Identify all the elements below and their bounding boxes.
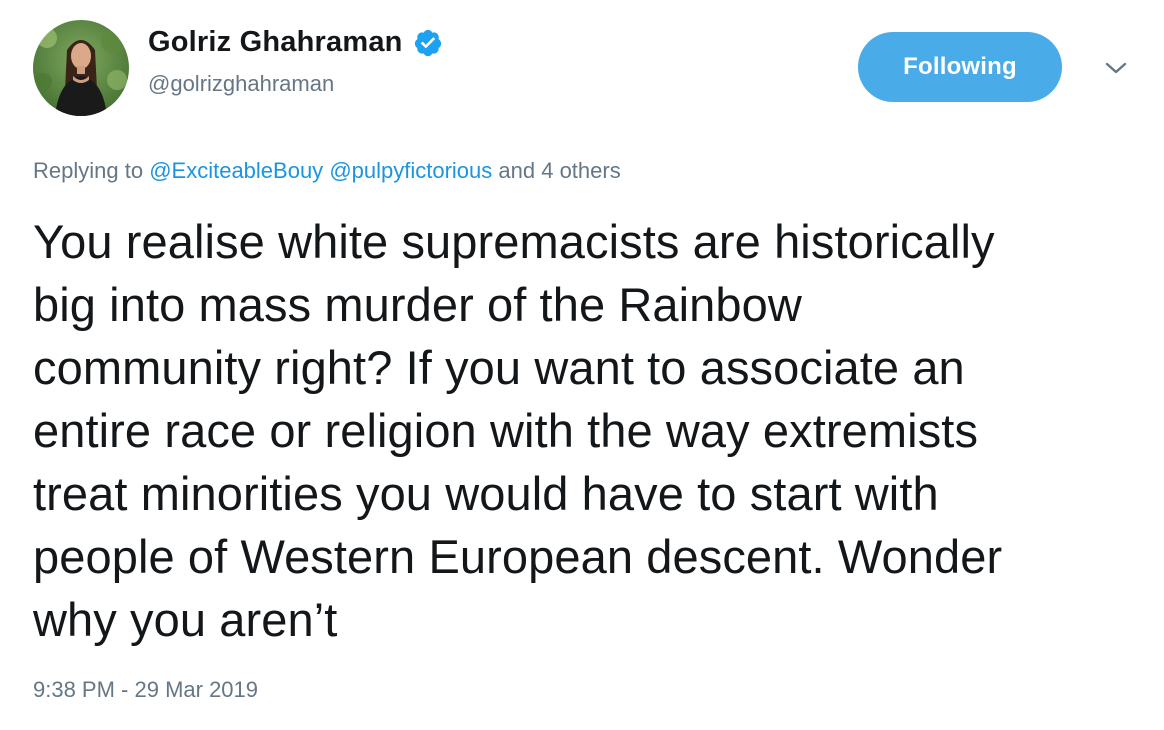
tweet-timestamp[interactable]: 9:38 PM - 29 Mar 2019 [33,677,258,703]
author-avatar[interactable] [33,20,129,116]
tweet-card: Golriz Ghahraman @golrizghahraman Follow… [0,0,1164,730]
author-name-row[interactable]: Golriz Ghahraman [148,26,443,59]
avatar-photo-icon [33,20,129,116]
author-handle[interactable]: @golrizghahraman [148,71,443,97]
author-display-name[interactable]: Golriz Ghahraman [148,26,403,59]
reply-mention-link[interactable]: @pulpyfictorious [329,158,492,183]
following-button[interactable]: Following [858,32,1062,102]
verified-badge-icon [413,28,443,58]
author-info: Golriz Ghahraman @golrizghahraman [148,26,443,97]
reply-prefix: Replying to [33,158,144,183]
reply-context: Replying to @ExciteableBouy @pulpyfictor… [33,158,621,184]
chevron-down-icon[interactable] [1103,58,1129,78]
reply-others-text[interactable]: and 4 others [498,158,620,183]
reply-mention-link[interactable]: @ExciteableBouy [149,158,323,183]
tweet-text: You realise white supremacists are histo… [33,215,1003,646]
